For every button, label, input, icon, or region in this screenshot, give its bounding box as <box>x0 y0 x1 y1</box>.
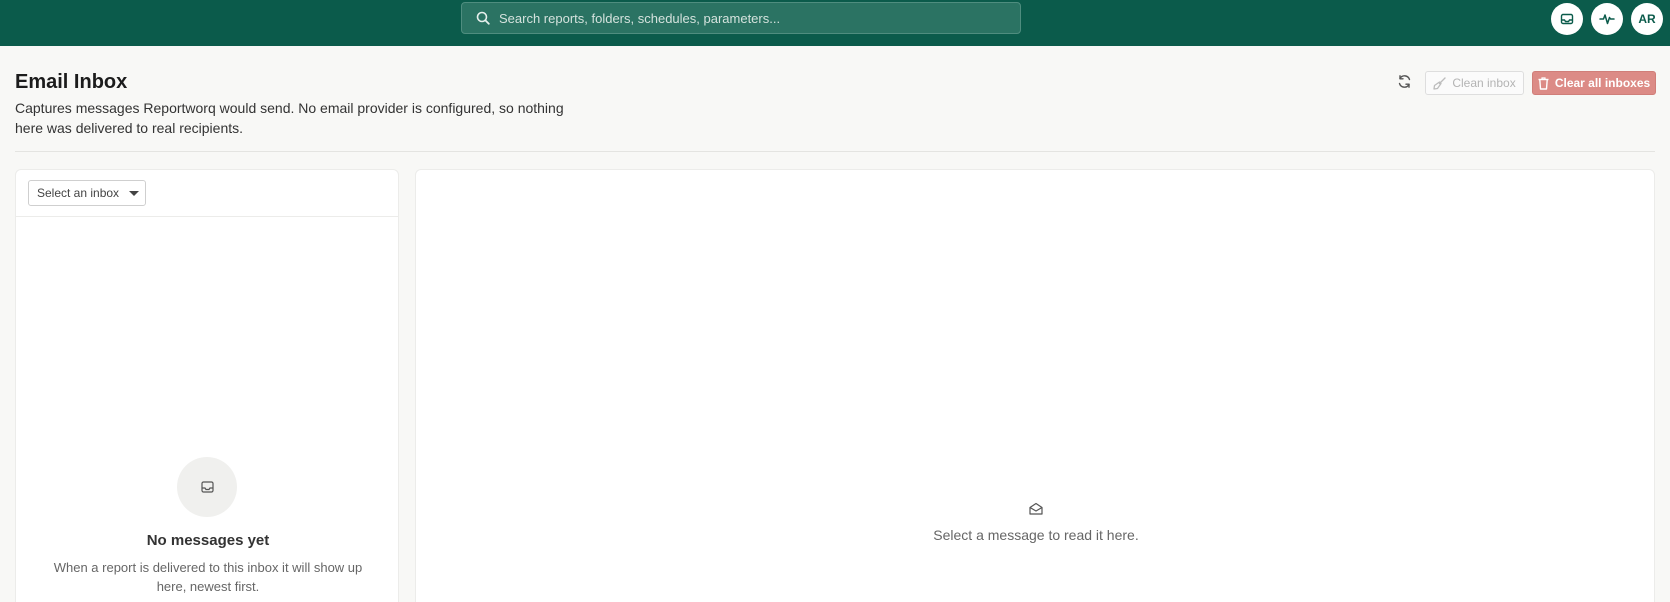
search-input[interactable] <box>499 10 999 26</box>
refresh-button[interactable] <box>1395 72 1413 90</box>
clean-inbox-label: Clean inbox <box>1452 76 1516 90</box>
refresh-icon <box>1398 74 1410 88</box>
empty-state-description: When a report is delivered to this inbox… <box>53 560 363 594</box>
inbox-icon <box>1560 13 1574 25</box>
activity-button[interactable] <box>1591 3 1623 35</box>
broom-icon <box>1433 76 1447 90</box>
inbox-icon <box>200 481 214 493</box>
message-list-header: Select an inbox <box>16 170 398 217</box>
top-navigation-bar: AR <box>0 0 1670 46</box>
page-description: Captures messages Reportworq would send.… <box>15 100 564 136</box>
inbox-select-value: Select an inbox <box>37 186 120 200</box>
reader-icon-wrapper <box>1028 500 1044 516</box>
global-search[interactable] <box>461 2 1021 34</box>
inbox-select-dropdown[interactable]: Select an inbox <box>28 180 146 206</box>
user-avatar[interactable]: AR <box>1631 3 1663 35</box>
open-envelope-icon <box>1029 502 1043 515</box>
chevron-down-icon <box>129 190 140 196</box>
clear-all-inboxes-label: Clear all inboxes <box>1554 76 1651 90</box>
search-icon <box>476 11 490 25</box>
trash-icon <box>1538 76 1549 90</box>
message-list-panel: Select an inbox No messages yet When a r… <box>15 169 399 602</box>
message-reader-panel: Select a message to read it here. <box>415 169 1655 602</box>
clear-all-inboxes-button[interactable]: Clear all inboxes <box>1532 71 1656 95</box>
empty-state-title: No messages yet <box>146 532 270 549</box>
activity-icon <box>1599 14 1615 25</box>
header-divider <box>15 151 1655 152</box>
reader-placeholder: Select a message to read it here. <box>933 527 1139 543</box>
page-title: Email Inbox <box>15 71 128 93</box>
avatar-initials: AR <box>1638 12 1656 26</box>
clean-inbox-button[interactable]: Clean inbox <box>1425 71 1524 95</box>
empty-state-icon-circle <box>177 457 237 517</box>
inbox-button[interactable] <box>1551 3 1583 35</box>
